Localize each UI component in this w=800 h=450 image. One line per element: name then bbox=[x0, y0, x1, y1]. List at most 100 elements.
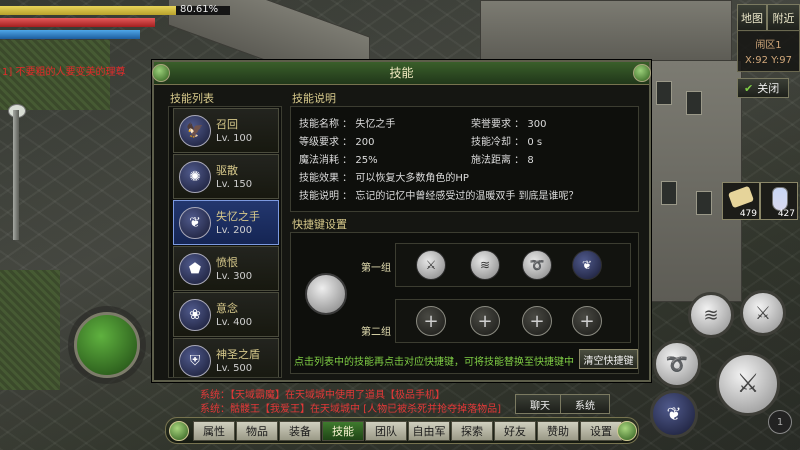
skill-desc-label: 技能说明 bbox=[292, 92, 336, 105]
hotkey-group-1: ⚔ ≋ ➰ ❦ bbox=[395, 243, 631, 287]
tab-skills[interactable]: 技能 bbox=[322, 421, 364, 441]
potion-icon bbox=[772, 187, 788, 211]
skill-list-label: 技能列表 bbox=[170, 92, 214, 105]
tab-items[interactable]: 物品 bbox=[236, 421, 278, 441]
group1-label: 第一组 bbox=[361, 263, 391, 274]
attack-button-sword-icon[interactable]: ⚔ bbox=[716, 352, 780, 416]
flower-icon: ❀ bbox=[179, 299, 211, 331]
chevron-down-icon[interactable] bbox=[617, 421, 637, 441]
system-notice-left: 1] 不要粗的人要变美的理尊 bbox=[2, 67, 126, 78]
item-count: 479 bbox=[739, 209, 757, 219]
exp-percent: 80.61% bbox=[180, 4, 219, 15]
chat-button[interactable]: 聊天 bbox=[515, 394, 565, 414]
skill-name: 意念 bbox=[216, 302, 238, 315]
skill-item[interactable]: ✺ 驱散 Lv. 150 bbox=[173, 154, 279, 199]
mp-bar bbox=[0, 30, 140, 39]
tab-friends[interactable]: 好友 bbox=[494, 421, 536, 441]
quick-item-slot-potion[interactable]: 427 bbox=[760, 182, 798, 220]
check-icon: ✔ bbox=[744, 81, 754, 95]
tab-free-army[interactable]: 自由军 bbox=[408, 421, 450, 441]
plus-icon[interactable]: + bbox=[470, 306, 500, 336]
skill-button-wing-hand-icon[interactable]: ❦ bbox=[650, 390, 698, 438]
street-lamp-pole bbox=[13, 110, 19, 240]
hotkey-slot-sword-icon[interactable]: ⚔ bbox=[416, 250, 446, 280]
skill-level: Lv. 500 bbox=[216, 363, 253, 374]
tab-settings[interactable]: 设置 bbox=[580, 421, 622, 441]
tab-team[interactable]: 团队 bbox=[365, 421, 407, 441]
tab-attributes[interactable]: 属性 bbox=[193, 421, 235, 441]
group2-label: 第二组 bbox=[361, 327, 391, 338]
quick-item-slot-scroll[interactable]: 479 bbox=[722, 182, 760, 220]
skill-level: Lv. 150 bbox=[216, 179, 253, 190]
close-toggle-button[interactable]: ✔ 关闭 bbox=[737, 78, 789, 98]
eagle-icon: 🦅 bbox=[179, 115, 211, 147]
shield-icon: ⛨ bbox=[179, 345, 211, 377]
building-window bbox=[656, 81, 672, 105]
channel-badge[interactable]: 1 bbox=[768, 410, 792, 434]
tab-equipment[interactable]: 装备 bbox=[279, 421, 321, 441]
grass-patch bbox=[0, 270, 60, 390]
selected-skill-icon[interactable] bbox=[305, 273, 347, 315]
virtual-joystick[interactable] bbox=[74, 312, 140, 378]
skill-name: 愤恨 bbox=[216, 256, 238, 269]
skill-button-blades-icon[interactable]: ≋ bbox=[688, 292, 734, 338]
hotkey-slot-wing-hand-icon[interactable]: ❦ bbox=[572, 250, 602, 280]
skill-item[interactable]: 🦅 召回 Lv. 100 bbox=[173, 108, 279, 153]
skill-item[interactable]: ⛨ 神圣之盾 Lv. 500 bbox=[173, 338, 279, 377]
nearby-button[interactable]: 附近 bbox=[767, 4, 800, 32]
clear-hotkeys-button[interactable]: 清空快捷键 bbox=[579, 349, 638, 369]
skill-cooldown: 技能冷却 ： 0 s bbox=[471, 137, 543, 148]
item-count: 427 bbox=[777, 209, 795, 219]
hp-bar bbox=[0, 18, 155, 27]
hotkey-slot-blades-icon[interactable]: ≋ bbox=[470, 250, 500, 280]
skill-button-sword-icon[interactable]: ⚔ bbox=[740, 290, 786, 336]
building-window bbox=[686, 91, 702, 115]
hotkey-slot-spiral-icon[interactable]: ➰ bbox=[522, 250, 552, 280]
hotkey-group-2: + + + + bbox=[395, 299, 631, 343]
tab-explore[interactable]: 探索 bbox=[451, 421, 493, 441]
skill-item-selected[interactable]: ❦ 失忆之手 Lv. 200 bbox=[173, 200, 279, 245]
chat-line: 系统：骷髅王【我爱王】在天域城中 [人物已被杀死并抢夺掉落物品] bbox=[200, 404, 501, 415]
system-button[interactable]: 系统 bbox=[560, 394, 610, 414]
map-button[interactable]: 地图 bbox=[737, 4, 767, 32]
building-window bbox=[661, 181, 677, 205]
plus-icon[interactable]: + bbox=[572, 306, 602, 336]
mask-icon: ⬟ bbox=[179, 253, 211, 285]
skill-item[interactable]: ⬟ 愤恨 Lv. 300 bbox=[173, 246, 279, 291]
skill-level: Lv. 400 bbox=[216, 317, 253, 328]
skill-name: 神圣之盾 bbox=[216, 348, 260, 361]
skill-name: 召回 bbox=[216, 118, 238, 131]
skill-level: Lv. 200 bbox=[216, 225, 253, 236]
burst-icon: ✺ bbox=[179, 161, 211, 193]
tab-sponsor[interactable]: 赞助 bbox=[537, 421, 579, 441]
cast-range: 施法距离 ： 8 bbox=[471, 155, 534, 166]
skill-button-spiral-icon[interactable]: ➰ bbox=[653, 340, 701, 388]
chat-line: 系统：【天域霸魔】在天域城中使用了道具【极品手机】 bbox=[200, 390, 445, 401]
plus-icon[interactable]: + bbox=[416, 306, 446, 336]
skill-name-value: 技能名称 ： 失忆之手 bbox=[299, 119, 396, 130]
menu-left-gem-icon[interactable] bbox=[169, 421, 189, 441]
skill-level: Lv. 300 bbox=[216, 271, 253, 282]
honor-requirement: 荣誉要求 ： 300 bbox=[471, 119, 547, 130]
skill-window: 技能 技能列表 技能说明 🦅 召回 Lv. 100 ✺ 驱散 Lv. 150 ❦… bbox=[152, 60, 651, 382]
building-right bbox=[645, 60, 742, 302]
skill-level: Lv. 100 bbox=[216, 133, 253, 144]
window-gem-right-icon bbox=[633, 64, 651, 82]
scroll-icon bbox=[727, 185, 755, 209]
building-window bbox=[696, 191, 712, 215]
minimap-info[interactable]: 闹区1 X:92 Y:97 bbox=[737, 30, 800, 72]
zone-name: 闹区1 bbox=[755, 40, 782, 51]
mana-cost: 魔法消耗 ： 25% bbox=[299, 155, 378, 166]
skill-item[interactable]: ❀ 意念 Lv. 400 bbox=[173, 292, 279, 337]
building-right-top bbox=[480, 0, 732, 62]
close-label: 关闭 bbox=[757, 82, 780, 95]
skill-description-box: 技能名称 ： 失忆之手 等级要求 ： 200 魔法消耗 ： 25% 技能效果 ：… bbox=[290, 106, 639, 212]
bottom-menu-bar: 属性 物品 装备 技能 团队 自由军 探索 好友 赞助 设置 bbox=[165, 417, 639, 444]
skill-name: 失忆之手 bbox=[216, 210, 260, 223]
plus-icon[interactable]: + bbox=[522, 306, 552, 336]
skill-list[interactable]: 🦅 召回 Lv. 100 ✺ 驱散 Lv. 150 ❦ 失忆之手 Lv. 200… bbox=[168, 106, 282, 378]
skill-explanation: 技能说明 ： 忘记的记忆中曾经感受过的温暖双手 到底是谁呢？ bbox=[299, 191, 579, 202]
exp-bar bbox=[0, 6, 177, 15]
level-requirement: 等级要求 ： 200 bbox=[299, 137, 375, 148]
skill-name: 驱散 bbox=[216, 164, 238, 177]
